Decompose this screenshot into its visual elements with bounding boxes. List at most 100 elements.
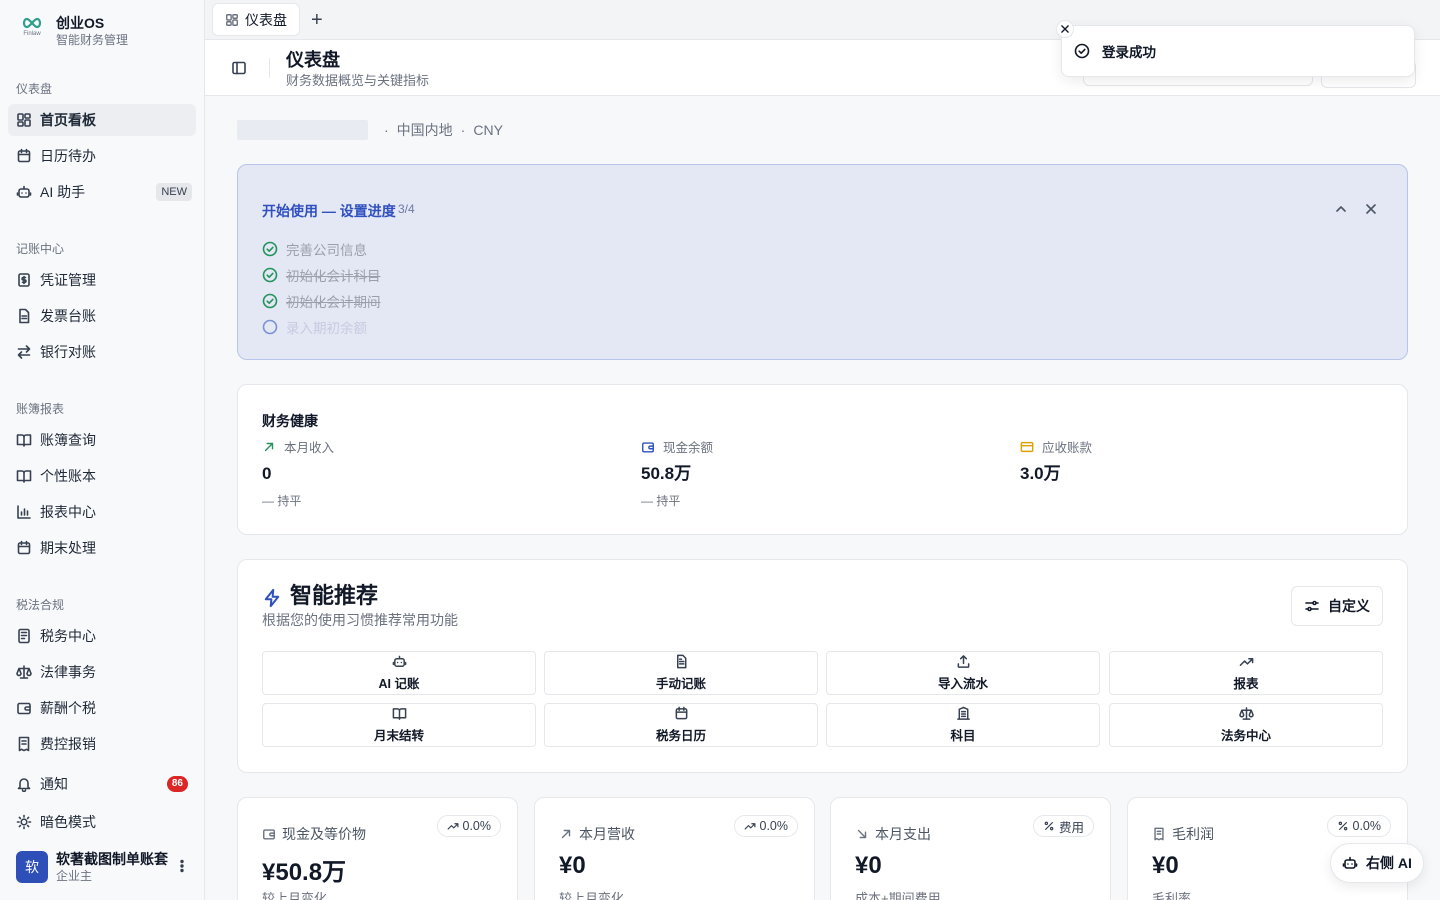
credit-card-icon: [1020, 441, 1034, 452]
bot-icon: [1342, 856, 1358, 869]
close-icon[interactable]: [1363, 201, 1379, 217]
financial-health-card: 财务健康 本月收入 0 — 持平 现金余额 50.8万 — 持平 应收账款 3.…: [237, 384, 1408, 535]
customize-button[interactable]: 自定义: [1291, 586, 1383, 626]
financial-health-title: 财务健康: [262, 413, 318, 429]
metric-label: 现金余额: [663, 441, 714, 455]
kpi-note: 较上月变化: [559, 891, 625, 900]
dark-mode-toggle[interactable]: 暗色模式: [8, 806, 196, 838]
quick-action-manual-entry[interactable]: 手动记账: [544, 651, 818, 695]
setup-step-label: 完善公司信息: [286, 243, 367, 258]
right-ai-label: 右侧 AI: [1366, 855, 1412, 871]
upload-icon: [957, 655, 969, 668]
company-meta: · 中国内地 · CNY: [237, 120, 503, 140]
percent-icon: [1044, 821, 1054, 831]
bot-icon: [392, 655, 406, 667]
sidebar-item-label: 薪酬个税: [40, 700, 96, 716]
check-circle-icon: [1074, 43, 1090, 59]
setup-step[interactable]: 初始化会计科目: [262, 265, 381, 285]
brand-subtitle: 智能财务管理: [56, 33, 129, 47]
kpi-label: 本月支出: [875, 826, 931, 842]
sidebar-item-label: 通知: [40, 776, 68, 792]
sidebar-item-period-end[interactable]: 期末处理: [8, 532, 196, 564]
lightning-icon: [264, 588, 280, 608]
kpi-label: 本月营收: [579, 826, 635, 842]
quick-action-label: AI 记账: [378, 677, 420, 691]
sidebar-item-calendar[interactable]: 日历待办: [8, 140, 196, 172]
sidebar-item-custom-ledger[interactable]: 个性账本: [8, 460, 196, 492]
scale-icon: [16, 665, 32, 679]
sidebar-item-invoices[interactable]: 发票台账: [8, 300, 196, 332]
wallet-icon: [17, 702, 31, 715]
scale-icon: [1238, 707, 1254, 720]
period-end-icon: [17, 540, 31, 555]
quick-action-reports[interactable]: 报表: [1109, 651, 1383, 695]
sidebar-item-payroll[interactable]: 薪酬个税: [8, 692, 196, 724]
quick-action-import-statement[interactable]: 导入流水: [826, 651, 1100, 695]
kpi-badge-text: 费用: [1058, 820, 1084, 835]
sidebar-item-label: 期末处理: [40, 540, 96, 556]
kpi-badge-text: 0.0%: [462, 819, 492, 833]
header-divider: [269, 58, 270, 78]
kpi-change-badge: 0.0%: [436, 815, 501, 837]
user-role: 企业主: [56, 869, 93, 883]
page-title: 仪表盘: [286, 50, 340, 70]
user-profile[interactable]: 软 软著截图制单账套 企业主: [16, 850, 196, 884]
sidebar-item-label: 税务中心: [40, 628, 96, 644]
toast-close-button[interactable]: [1056, 20, 1074, 38]
sidebar-item-label: 法律事务: [40, 664, 96, 680]
sidebar-item-home-board[interactable]: 首页看板: [8, 104, 196, 136]
brand-title: 创业OS: [56, 15, 105, 31]
quick-action-label: 税务日历: [655, 729, 706, 743]
empty-circle-icon: [262, 319, 278, 335]
quick-action-label: 月末结转: [373, 729, 424, 743]
notification-count-badge: 86: [166, 776, 188, 792]
dark-mode-label: 暗色模式: [40, 814, 96, 830]
quick-action-label: 法务中心: [1220, 729, 1271, 743]
kpi-card-revenue: 本月营收 0.0% ¥0 较上月变化: [534, 797, 815, 900]
meta-separator: ·: [460, 122, 466, 138]
quick-action-legal-center[interactable]: 法务中心: [1109, 703, 1383, 747]
kpi-change-badge: 0.0%: [733, 815, 798, 837]
sidebar-item-tax-center[interactable]: 税务中心: [8, 620, 196, 652]
tab-dashboard[interactable]: 仪表盘: [212, 3, 300, 36]
company-name-skeleton: [237, 120, 368, 140]
sidebar-item-label: 报表中心: [40, 504, 96, 520]
add-tab-button[interactable]: +: [311, 10, 323, 30]
sidebar-toggle-icon[interactable]: [231, 60, 247, 76]
metric-trend: — 持平: [641, 494, 681, 508]
arrow-down-right-icon: [857, 829, 867, 839]
metric-receivables: 应收账款 3.0万: [1020, 437, 1092, 484]
kpi-badge-text: 0.0%: [759, 819, 789, 833]
bank-reconcile-icon: [17, 345, 31, 359]
setup-step[interactable]: 初始化会计期间: [262, 291, 381, 311]
infinity-logo-icon: [22, 17, 42, 29]
quick-action-ai-bookkeeping[interactable]: AI 记账: [262, 651, 536, 695]
setup-step[interactable]: 完善公司信息: [262, 239, 367, 259]
sidebar-item-bank-reconcile[interactable]: 银行对账: [8, 336, 196, 368]
quick-action-accounts[interactable]: 科目: [826, 703, 1100, 747]
sidebar-item-ai-assistant[interactable]: AI 助手 NEW: [8, 176, 196, 208]
sidebar-item-ledger-query[interactable]: 账簿查询: [8, 424, 196, 456]
chevron-up-icon[interactable]: [1333, 201, 1349, 217]
sidebar-item-legal[interactable]: 法律事务: [8, 656, 196, 688]
trend-icon: [1239, 657, 1253, 666]
invoice-icon: [19, 308, 30, 324]
calendar-icon: [675, 706, 687, 720]
nav-section-ledger: 账簿报表: [16, 402, 65, 416]
quick-action-month-end[interactable]: 月末结转: [262, 703, 536, 747]
kpi-value: ¥0: [559, 852, 586, 879]
dashboard-icon: [226, 13, 238, 26]
sidebar-item-expense[interactable]: 费控报销: [8, 728, 196, 760]
more-vertical-icon[interactable]: [174, 858, 190, 874]
sidebar-item-notifications[interactable]: 通知 86: [8, 768, 196, 800]
sidebar-item-reports[interactable]: 报表中心: [8, 496, 196, 528]
tax-icon: [18, 628, 30, 644]
quick-action-tax-calendar[interactable]: 税务日历: [544, 703, 818, 747]
setup-title: 开始使用 — 设置进度: [262, 203, 396, 219]
setup-step[interactable]: 录入期初余额: [262, 317, 367, 337]
right-ai-button[interactable]: 右侧 AI: [1330, 843, 1424, 883]
sidebar-item-vouchers[interactable]: 凭证管理: [8, 264, 196, 296]
brand[interactable]: Finlaw 创业OS 智能财务管理: [20, 14, 128, 48]
currency-label: CNY: [473, 122, 503, 138]
meta-separator: ·: [384, 122, 389, 138]
